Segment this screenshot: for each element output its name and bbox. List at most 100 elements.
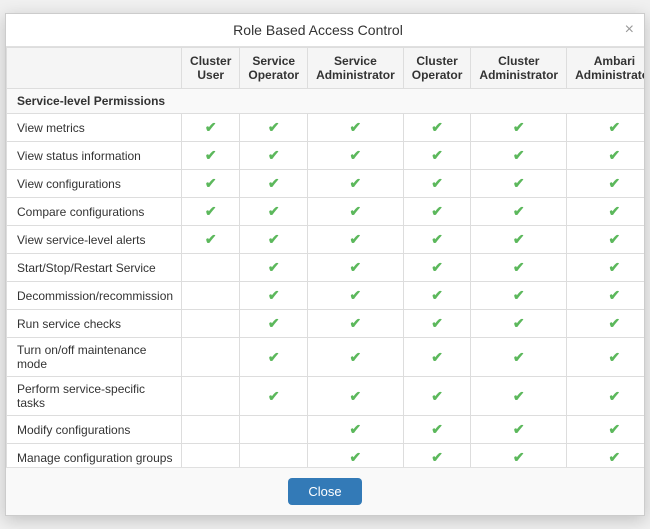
permission-cell: ✔ (567, 444, 644, 468)
check-icon: ✔ (431, 259, 443, 275)
check-icon: ✔ (268, 315, 280, 331)
permission-cell: ✔ (567, 254, 644, 282)
permission-cell: ✔ (403, 377, 471, 416)
permission-cell (182, 254, 240, 282)
check-icon: ✔ (268, 259, 280, 275)
table-row: Compare configurations✔✔✔✔✔✔ (7, 198, 645, 226)
permission-cell: ✔ (308, 416, 404, 444)
permission-cell: ✔ (308, 444, 404, 468)
permission-cell: ✔ (308, 310, 404, 338)
table-row: View service-level alerts✔✔✔✔✔✔ (7, 226, 645, 254)
check-icon: ✔ (609, 231, 621, 247)
permission-cell: ✔ (403, 282, 471, 310)
permission-cell: ✔ (308, 338, 404, 377)
check-icon: ✔ (513, 259, 525, 275)
permission-cell: ✔ (471, 282, 567, 310)
permission-cell (182, 338, 240, 377)
check-icon: ✔ (350, 287, 362, 303)
permission-label: Modify configurations (7, 416, 182, 444)
check-icon: ✔ (431, 231, 443, 247)
permission-cell: ✔ (471, 377, 567, 416)
permission-cell: ✔ (240, 310, 308, 338)
permission-label: Decommission/recommission (7, 282, 182, 310)
check-icon: ✔ (609, 388, 621, 404)
check-icon: ✔ (431, 315, 443, 331)
check-icon: ✔ (350, 231, 362, 247)
permission-cell: ✔ (567, 198, 644, 226)
check-icon: ✔ (350, 388, 362, 404)
check-icon: ✔ (350, 119, 362, 135)
permission-cell: ✔ (567, 114, 644, 142)
check-icon: ✔ (431, 175, 443, 191)
permission-cell: ✔ (471, 310, 567, 338)
check-icon: ✔ (268, 175, 280, 191)
permission-cell: ✔ (471, 142, 567, 170)
permission-cell: ✔ (240, 338, 308, 377)
check-icon: ✔ (205, 203, 217, 219)
check-icon: ✔ (513, 421, 525, 437)
permission-cell: ✔ (240, 282, 308, 310)
permission-cell: ✔ (403, 310, 471, 338)
permission-cell: ✔ (471, 226, 567, 254)
permission-cell (182, 416, 240, 444)
check-icon: ✔ (268, 287, 280, 303)
table-row: View configurations✔✔✔✔✔✔ (7, 170, 645, 198)
permission-cell (240, 444, 308, 468)
table-row: Run service checks✔✔✔✔✔ (7, 310, 645, 338)
col-header-service-administrator: Service Administrator (308, 48, 404, 89)
permission-label: Manage configuration groups (7, 444, 182, 468)
close-button[interactable]: Close (288, 478, 361, 505)
check-icon: ✔ (609, 119, 621, 135)
check-icon: ✔ (431, 287, 443, 303)
permission-cell: ✔ (308, 254, 404, 282)
check-icon: ✔ (431, 147, 443, 163)
col-header-cluster-operator: Cluster Operator (403, 48, 471, 89)
check-icon: ✔ (431, 203, 443, 219)
section-header-row: Service-level Permissions (7, 89, 645, 114)
check-icon: ✔ (609, 421, 621, 437)
permission-cell: ✔ (567, 142, 644, 170)
permission-cell: ✔ (403, 114, 471, 142)
modal-title: Role Based Access Control (233, 22, 403, 38)
check-icon: ✔ (350, 421, 362, 437)
permission-cell: ✔ (308, 377, 404, 416)
permission-cell (182, 282, 240, 310)
permission-cell: ✔ (471, 338, 567, 377)
permission-label: Perform service-specific tasks (7, 377, 182, 416)
permission-cell: ✔ (240, 114, 308, 142)
permission-cell: ✔ (567, 310, 644, 338)
check-icon: ✔ (609, 449, 621, 465)
check-icon: ✔ (513, 147, 525, 163)
check-icon: ✔ (268, 119, 280, 135)
permission-cell: ✔ (308, 142, 404, 170)
check-icon: ✔ (205, 119, 217, 135)
permission-cell: ✔ (240, 377, 308, 416)
permission-cell: ✔ (471, 170, 567, 198)
modal-footer: Close (6, 467, 644, 515)
permission-cell (182, 377, 240, 416)
check-icon: ✔ (431, 388, 443, 404)
close-x-button[interactable]: × (625, 22, 634, 38)
permission-cell: ✔ (567, 377, 644, 416)
col-header-cluster-administrator: Cluster Administrator (471, 48, 567, 89)
permission-cell: ✔ (567, 416, 644, 444)
check-icon: ✔ (431, 449, 443, 465)
table-wrapper[interactable]: Cluster User Service Operator Service Ad… (6, 47, 644, 467)
table-row: Start/Stop/Restart Service✔✔✔✔✔ (7, 254, 645, 282)
modal-header: Role Based Access Control × (6, 14, 644, 47)
permission-cell: ✔ (471, 416, 567, 444)
check-icon: ✔ (268, 203, 280, 219)
permission-cell: ✔ (403, 444, 471, 468)
permissions-table: Cluster User Service Operator Service Ad… (6, 47, 644, 467)
check-icon: ✔ (268, 388, 280, 404)
check-icon: ✔ (205, 147, 217, 163)
check-icon: ✔ (609, 203, 621, 219)
check-icon: ✔ (350, 349, 362, 365)
check-icon: ✔ (205, 175, 217, 191)
permission-cell: ✔ (240, 254, 308, 282)
permission-cell (182, 310, 240, 338)
check-icon: ✔ (513, 349, 525, 365)
table-row: View status information✔✔✔✔✔✔ (7, 142, 645, 170)
modal-body: Cluster User Service Operator Service Ad… (6, 47, 644, 467)
check-icon: ✔ (350, 315, 362, 331)
